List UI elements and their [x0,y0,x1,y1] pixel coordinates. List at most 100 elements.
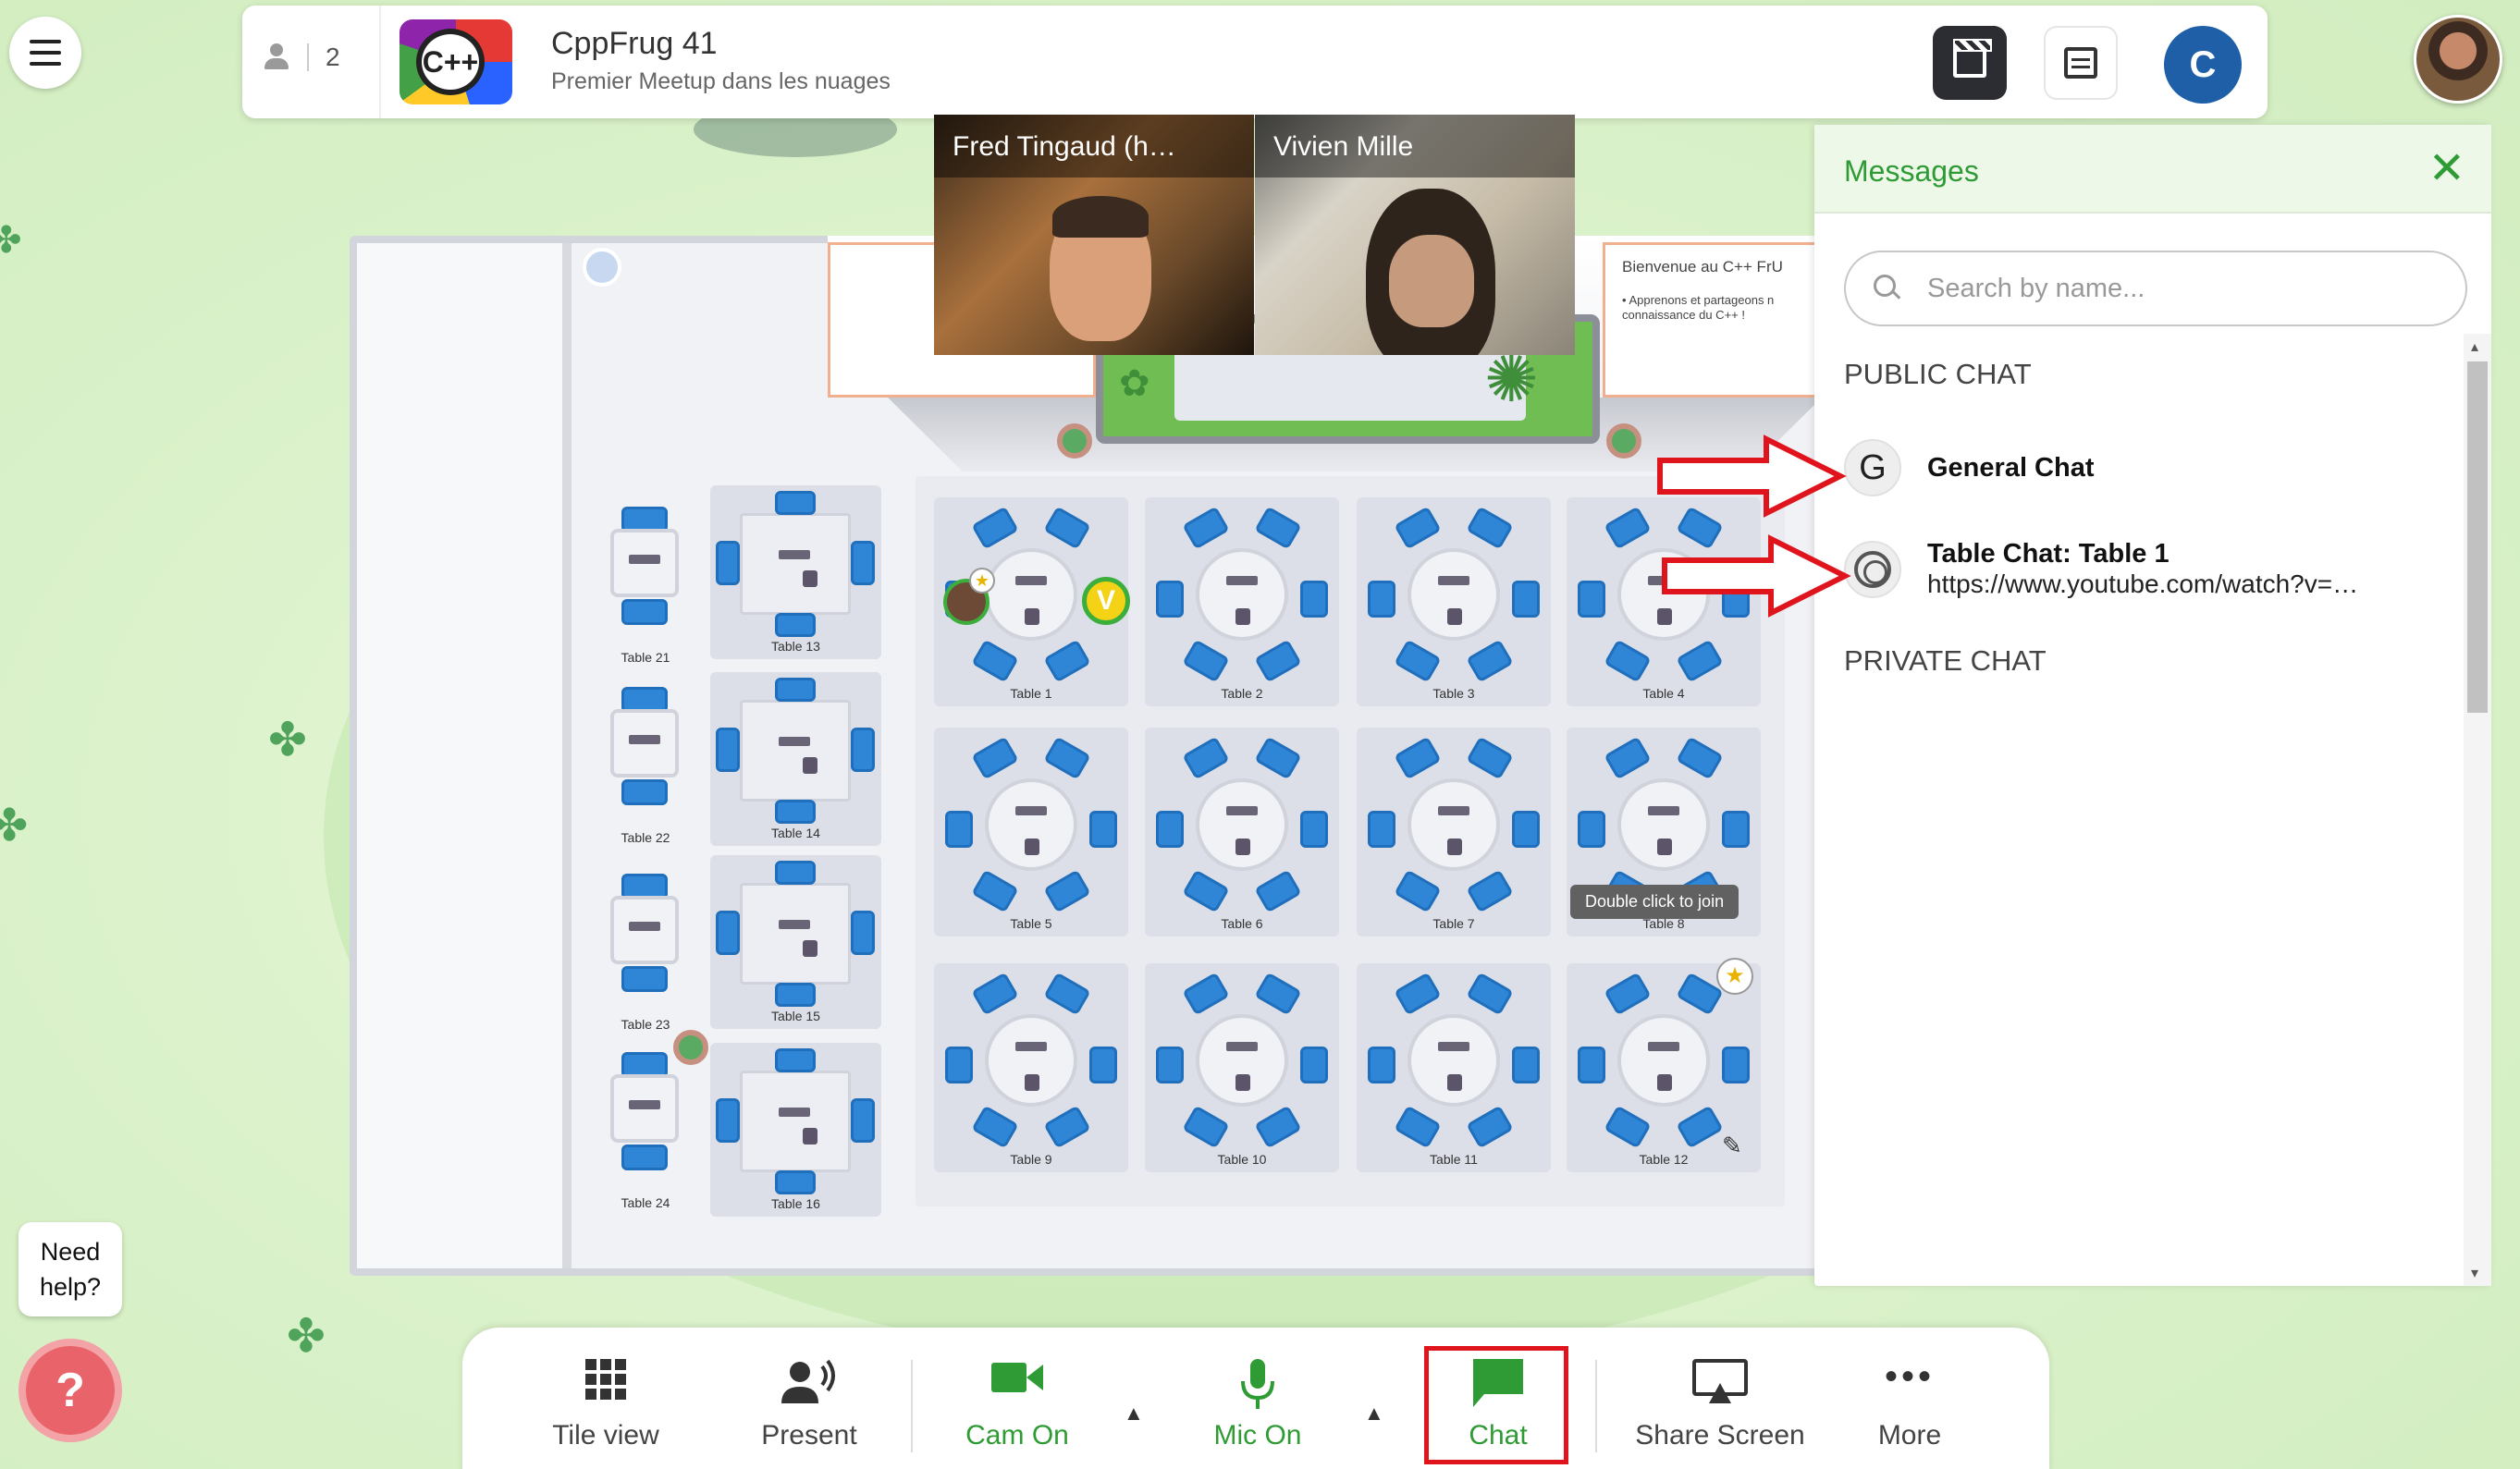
mic-options-caret-icon[interactable]: ▲ [1364,1402,1384,1426]
table-label: Table 7 [1432,916,1475,931]
top-bar: 2 C++ CppFrug 41 Premier Meetup dans les… [242,6,2268,118]
monitor [779,737,810,746]
mug [1235,608,1250,625]
chair [1394,869,1442,913]
table-room[interactable]: Table 6 [1145,728,1339,936]
mug [1657,839,1672,855]
chair [1182,639,1230,683]
monitor [1226,576,1258,585]
chair [971,506,1019,550]
chair [775,1048,816,1072]
corridor [357,243,572,1268]
search-input[interactable]: Search by name... [1844,251,2467,326]
camera-icon [991,1363,1043,1392]
table-label: Table 14 [771,826,820,840]
video-tile-vivien[interactable]: Vivien Mille [1255,115,1575,355]
chair [1604,639,1652,683]
table-room[interactable]: Table 13 [710,485,881,659]
chair [1676,1105,1724,1149]
clapperboard-button[interactable] [1933,26,2007,100]
chair [1368,581,1395,618]
table-room[interactable]: Table 23 [603,866,688,1032]
help-button[interactable]: ? [18,1339,122,1442]
search-icon [1874,275,1901,302]
table-room[interactable]: Table 11 [1357,963,1551,1172]
chair [1300,581,1328,618]
star-icon: ★ [969,568,995,594]
monitor [1226,1042,1258,1051]
user-avatar[interactable] [2414,15,2502,104]
table-room[interactable]: Table 5 [934,728,1128,936]
table-top [1408,778,1500,871]
scrollbar-thumb[interactable] [2467,361,2488,713]
close-icon[interactable]: ✕ [2428,147,2465,191]
tile-view-button[interactable]: Tile view [518,1328,694,1469]
chair [1722,811,1750,848]
help-bubble: Need help? [18,1222,122,1316]
table-room[interactable]: Table 3 [1357,497,1551,706]
table-room[interactable]: Table 14 [710,672,881,846]
table-room[interactable]: Table 22 [603,679,688,845]
mug [1447,608,1462,625]
door-marker[interactable] [1606,423,1641,459]
chair [621,779,668,805]
chair [971,639,1019,683]
mug [803,940,817,957]
mic-button[interactable]: Mic On [1165,1328,1350,1469]
attendee-avatar-v[interactable]: V [1082,577,1130,625]
table-room[interactable]: Table 24 [603,1045,688,1210]
table-room[interactable]: Table 2 [1145,497,1339,706]
room-marker-icon[interactable] [583,248,621,287]
table-top [1408,1014,1500,1107]
table-label: Table 10 [1217,1152,1267,1167]
edit-pencil-icon[interactable]: ✎ [1722,1132,1742,1160]
chair [851,1098,875,1143]
table-room[interactable]: Table 9 [934,963,1128,1172]
present-button[interactable]: Present [721,1328,897,1469]
table-room[interactable]: Table 21 [603,499,688,665]
participant-count[interactable]: 2 [263,43,340,72]
table-room[interactable]: Table 16 [710,1043,881,1217]
board-heading: Bienvenue au C++ FrU [1622,258,1783,275]
chair [775,800,816,824]
cam-options-caret-icon[interactable]: ▲ [1124,1402,1144,1426]
door-marker[interactable] [1057,423,1092,459]
table-room[interactable]: Table 15 [710,855,881,1029]
table-room[interactable]: Table 10 [1145,963,1339,1172]
chair [1254,506,1302,550]
monitor [629,555,660,564]
chair [945,1047,973,1083]
table-room[interactable]: Table 7 [1357,728,1551,936]
microphone-icon [1241,1359,1274,1409]
chair [1156,1047,1184,1083]
chat-item-general[interactable]: G General Chat [1844,439,2436,496]
share-screen-button[interactable]: Share Screen [1614,1328,1826,1469]
video-tile-fred[interactable]: Fred Tingaud (h… [934,115,1254,355]
monitor [779,550,810,559]
chair [1676,736,1724,780]
calendar-button[interactable] [2044,26,2118,100]
more-button[interactable]: ••• More [1840,1328,1979,1469]
cam-button[interactable]: Cam On [925,1328,1110,1469]
monitor [779,1108,810,1117]
table-star-icon[interactable]: ★ [1716,958,1753,995]
table-label: Table 23 [621,1017,670,1032]
welcome-board[interactable]: Bienvenue au C++ FrU • Apprenons et part… [1603,242,1825,398]
chair [1300,811,1328,848]
chair [1512,1047,1540,1083]
table-top [1617,1014,1710,1107]
menu-button[interactable] [9,17,81,89]
clover-decoration: ✤ [268,714,307,765]
chair [621,599,668,625]
event-subtitle: Premier Meetup dans les nuages [551,68,891,94]
chat-item-table-1[interactable]: Table Chat: Table 1 https://www.youtube.… [1844,539,2436,599]
chair [1156,811,1184,848]
monitor [1226,806,1258,815]
bottom-toolbar: Tile view Present Cam On ▲ Mic On ▲ Chat… [462,1328,2049,1469]
chair [1254,736,1302,780]
chair [1043,1105,1091,1149]
mug [1657,1074,1672,1091]
chat-avatar: G [1844,439,1901,496]
cpp-brand-icon[interactable]: C [2164,26,2242,104]
messages-scrollbar[interactable]: ▴ ▾ [2464,334,2491,1286]
